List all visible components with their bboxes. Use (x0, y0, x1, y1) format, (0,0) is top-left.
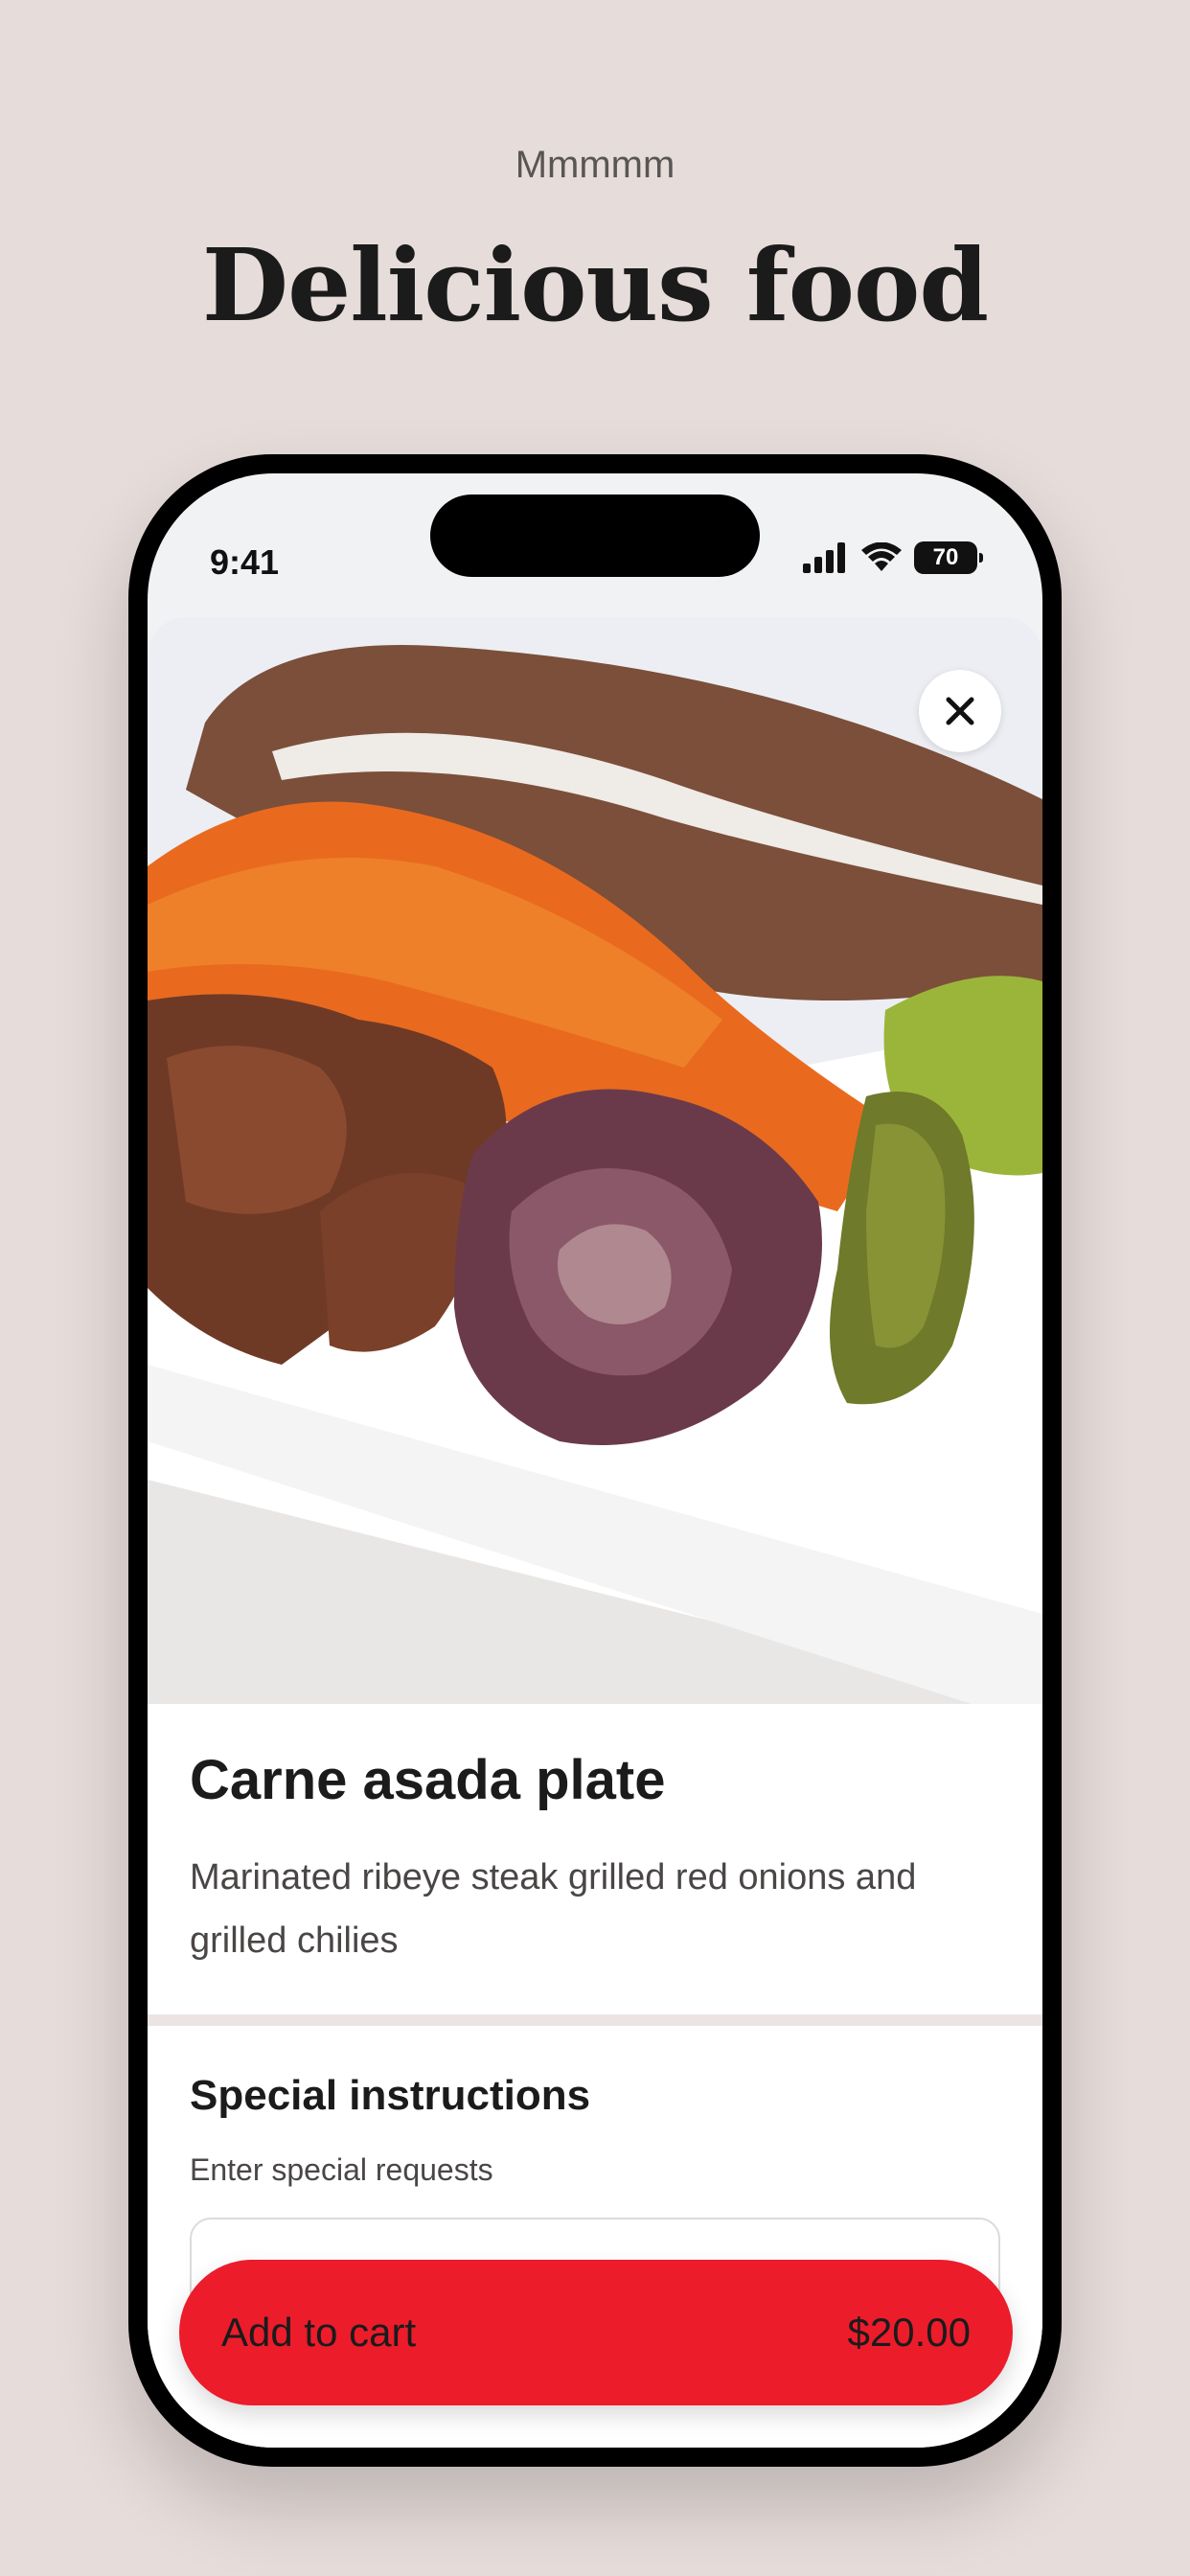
kicker-text: Mmmmm (515, 144, 675, 186)
add-to-cart-button[interactable]: Add to cart $20.00 (179, 2260, 1013, 2405)
item-title: Carne asada plate (190, 1749, 666, 1811)
special-instructions-subtitle: Enter special requests (190, 2152, 493, 2187)
phone-frame: 9:41 70 Carne asada plate Marinated ribe… (128, 454, 1062, 2467)
wifi-icon (861, 542, 902, 571)
special-instructions-title: Special instructions (190, 2072, 591, 2119)
battery-icon: 70 (914, 541, 983, 574)
marketing-page: Mmmmm Delicious food 9:41 70 Carne asada… (0, 0, 1190, 2576)
dynamic-island (430, 494, 760, 577)
close-icon (946, 697, 974, 725)
cart-price: $20.00 (847, 2310, 971, 2355)
status-icons: 70 (803, 539, 983, 577)
phone-screen: 9:41 70 Carne asada plate Marinated ribe… (148, 473, 1042, 2448)
signal-icon (803, 542, 845, 573)
headline: Delicious food (201, 226, 989, 344)
close-button[interactable] (919, 670, 1001, 752)
status-time: 9:41 (210, 542, 280, 582)
food-photo (148, 617, 1042, 1704)
status-bar: 9:41 70 (148, 473, 1042, 608)
section-divider (148, 2014, 1042, 2026)
item-description: Marinated ribeye steak grilled red onion… (190, 1857, 917, 1961)
add-to-cart-label: Add to cart (221, 2310, 417, 2355)
product-sheet: Carne asada plate Marinated ribeye steak… (148, 617, 1042, 2448)
